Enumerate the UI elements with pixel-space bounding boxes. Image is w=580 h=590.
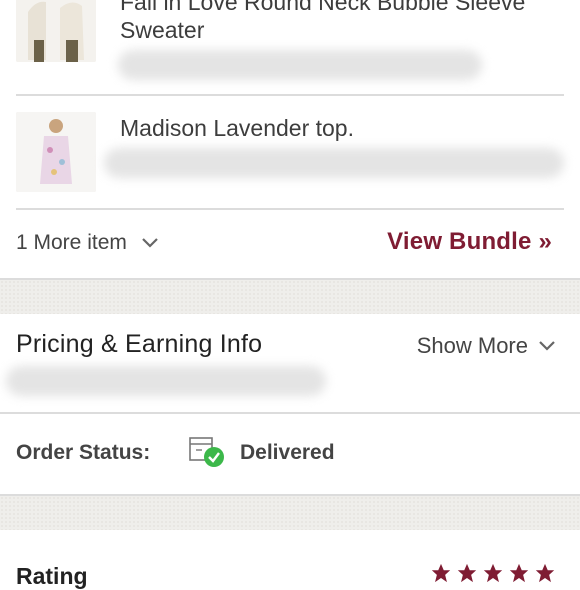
more-items-label: 1 More item xyxy=(16,231,127,254)
star-icon xyxy=(509,563,529,583)
item-thumbnail[interactable] xyxy=(16,0,96,62)
divider xyxy=(0,412,580,414)
item-title-line: Madison Lavender top. xyxy=(120,115,354,141)
star-icon xyxy=(483,563,503,583)
section-separator xyxy=(0,280,580,314)
more-items-toggle[interactable]: 1 More item xyxy=(16,231,159,255)
top-thumbnail-icon xyxy=(16,112,96,192)
show-more-button[interactable]: Show More xyxy=(417,333,556,359)
chevron-down-icon xyxy=(142,238,158,248)
redacted-text xyxy=(118,50,482,80)
item-title-line: Sweater xyxy=(120,17,205,43)
redacted-text xyxy=(104,148,564,178)
divider xyxy=(16,94,564,96)
delivered-box-icon xyxy=(189,437,224,467)
star-icon xyxy=(431,563,451,583)
star-icon xyxy=(535,563,555,583)
item-title[interactable]: Madison Lavender top. xyxy=(120,114,354,142)
order-status-value: Delivered xyxy=(240,441,335,464)
view-bundle-link[interactable]: View Bundle » xyxy=(387,228,552,256)
item-thumbnail[interactable] xyxy=(16,112,96,192)
chevron-down-icon xyxy=(539,341,555,351)
section-separator xyxy=(0,496,580,530)
item-title[interactable]: Fall in Love Round Neck Bubble Sleeve Sw… xyxy=(120,0,525,44)
star-icon xyxy=(457,563,477,583)
show-more-label: Show More xyxy=(416,333,528,358)
pricing-title: Pricing & Earning Info xyxy=(16,330,263,358)
redacted-text xyxy=(6,366,326,396)
rating-stars xyxy=(430,562,556,584)
sweater-thumbnail-icon xyxy=(16,0,96,62)
rating-label: Rating xyxy=(16,563,88,589)
item-title-line: Fall in Love Round Neck Bubble Sleeve xyxy=(120,0,526,15)
order-status-label: Order Status: xyxy=(16,441,151,464)
divider xyxy=(16,208,564,210)
